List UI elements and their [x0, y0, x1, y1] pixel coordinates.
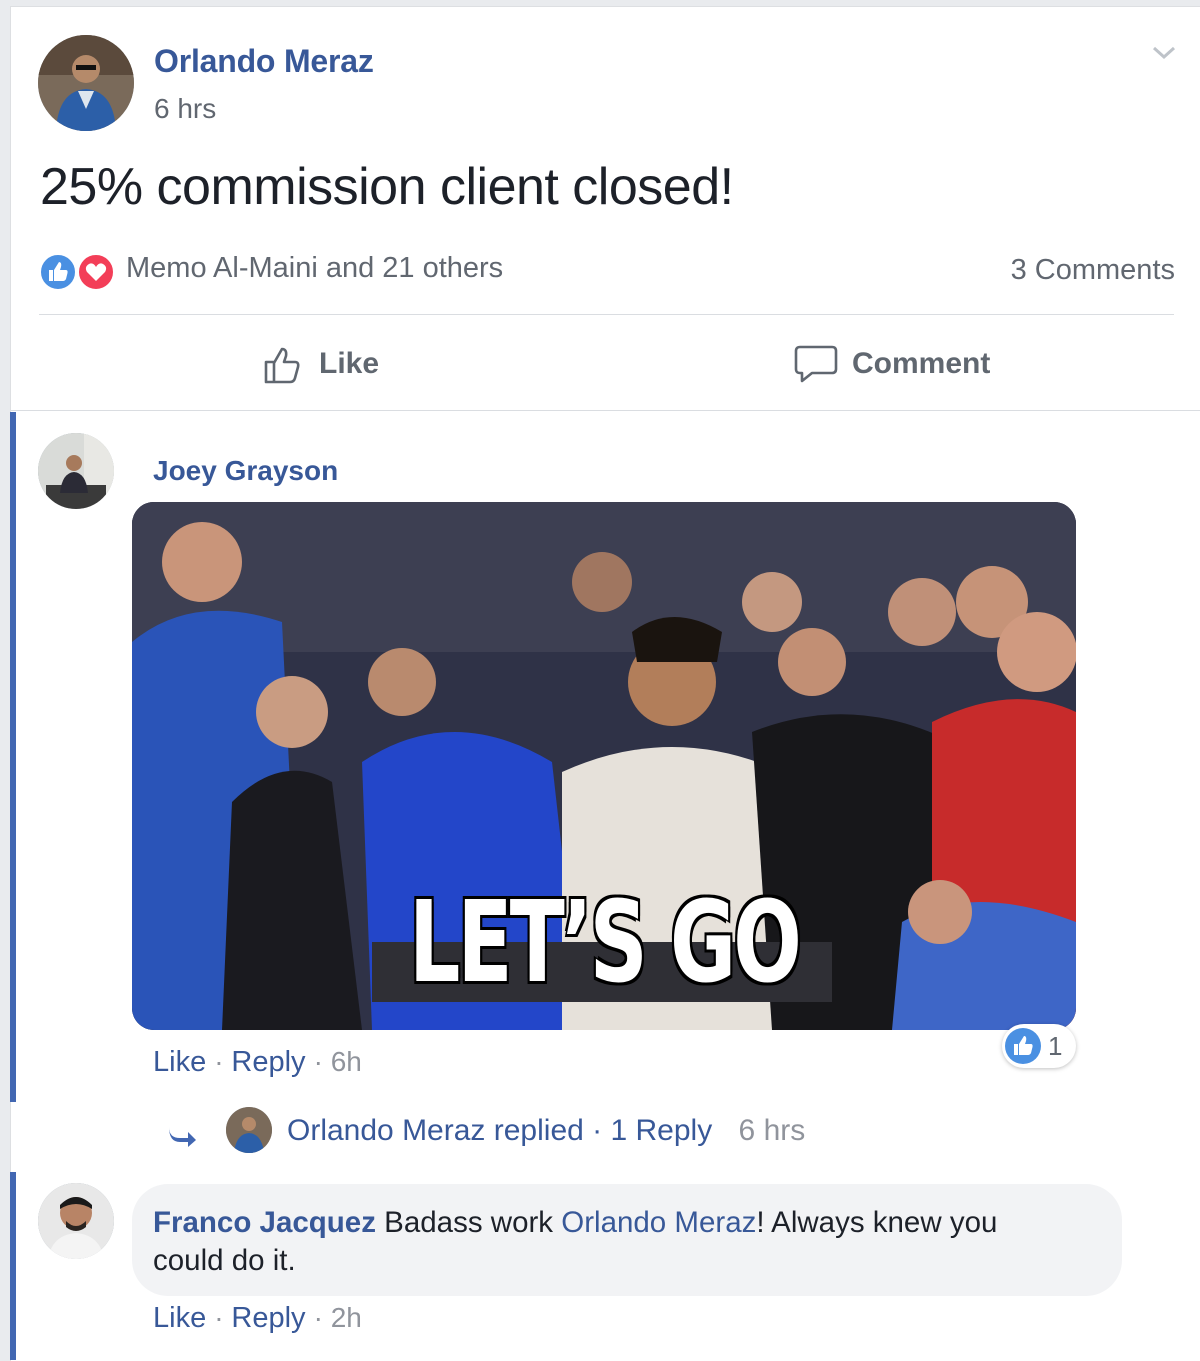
comment-button[interactable]: Comment: [794, 343, 990, 385]
speech-bubble-icon: [794, 343, 838, 385]
comment-actions: Like · Reply · 6h: [153, 1046, 362, 1079]
comment-text-line2: could do it.: [153, 1244, 296, 1277]
thread-indicator: [10, 1172, 16, 1360]
reactions-divider: [39, 314, 1174, 315]
reply-time: 6 hrs: [738, 1114, 806, 1147]
replier-text[interactable]: Orlando Meraz replied: [287, 1114, 584, 1147]
reaction-count: 1: [1048, 1030, 1063, 1061]
gif-caption: LET’S GO: [409, 878, 802, 1008]
comment-reaction-pill[interactable]: 1: [1002, 1024, 1076, 1068]
commenter-name[interactable]: Franco Jacquez: [153, 1206, 376, 1239]
comment-time[interactable]: 6h: [331, 1046, 362, 1077]
comment-text-continued: ! Always knew you: [756, 1206, 998, 1239]
like-reaction-icon[interactable]: [39, 253, 77, 291]
comment-body: Franco Jacquez Badass work Orlando Meraz…: [153, 1204, 1103, 1280]
commenter-name[interactable]: Joey Grayson: [153, 455, 338, 487]
actions-divider: [11, 410, 1200, 411]
like-button[interactable]: Like: [263, 343, 379, 385]
reply-count[interactable]: 1 Reply: [610, 1114, 712, 1147]
author-avatar[interactable]: [38, 35, 134, 131]
separator-dot: ·: [313, 1046, 331, 1077]
commenter-avatar[interactable]: [38, 1183, 114, 1259]
separator-dot: ·: [313, 1302, 331, 1333]
comments-count[interactable]: 3 Comments: [1011, 254, 1175, 287]
like-reaction-icon: [1004, 1027, 1042, 1065]
mention-link[interactable]: Orlando Meraz: [561, 1206, 756, 1239]
like-button-label: Like: [319, 347, 380, 380]
separator-dot: ·: [214, 1302, 232, 1333]
comment-actions: Like · Reply · 2h: [153, 1302, 362, 1335]
comment-button-label: Comment: [852, 347, 991, 380]
comment-like-link[interactable]: Like: [153, 1046, 206, 1078]
reply-arrow-icon: [166, 1124, 198, 1148]
commenter-avatar[interactable]: [38, 433, 114, 509]
post-options-chevron-icon[interactable]: [1151, 43, 1177, 63]
separator-dot: ·: [592, 1114, 611, 1147]
comment-like-link[interactable]: Like: [153, 1302, 206, 1334]
post-text: 25% commission client closed!: [40, 158, 734, 216]
comment-reply-link[interactable]: Reply: [231, 1046, 305, 1078]
author-name[interactable]: Orlando Meraz: [154, 43, 374, 80]
separator-dot: ·: [214, 1046, 232, 1077]
comment-time[interactable]: 2h: [331, 1302, 362, 1333]
gif-attachment[interactable]: LET’S GO: [132, 502, 1076, 1030]
replier-avatar[interactable]: [226, 1107, 272, 1153]
replies-summary[interactable]: Orlando Meraz replied · 1 Reply 6 hrs: [287, 1114, 805, 1148]
comment-reply-link[interactable]: Reply: [231, 1302, 305, 1334]
reactions-summary[interactable]: Memo Al-Maini and 21 others: [126, 252, 503, 285]
thread-indicator: [10, 412, 16, 1102]
comment-text: Badass work: [384, 1206, 554, 1239]
post-timestamp[interactable]: 6 hrs: [154, 93, 216, 125]
thumbs-up-icon: [263, 343, 305, 385]
love-reaction-icon[interactable]: [77, 253, 115, 291]
